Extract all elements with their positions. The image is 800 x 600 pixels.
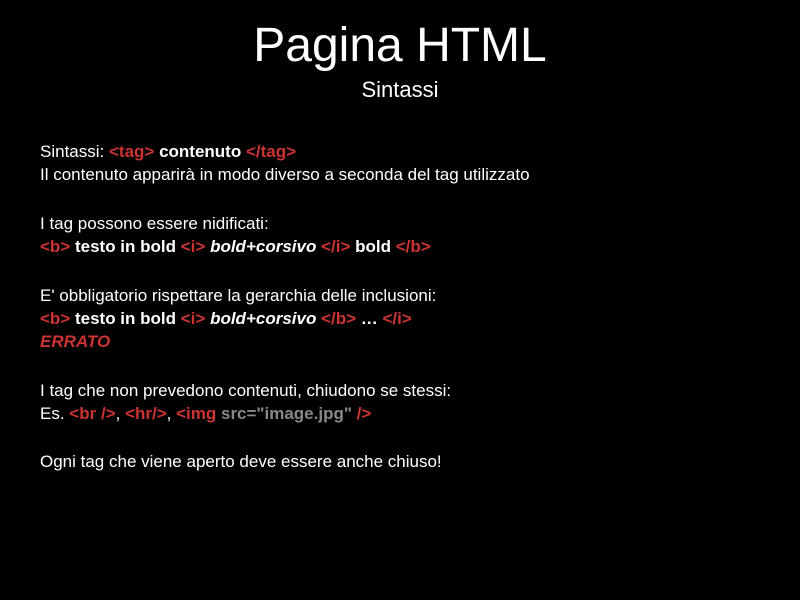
img-tag-attr: src="image.jpg" — [221, 404, 352, 423]
tag-open: <tag> — [109, 142, 154, 161]
syntax-label: Sintassi: — [40, 142, 109, 161]
img-tag-open: <img — [176, 404, 221, 423]
block-hierarchy: E' obbligatorio rispettare la gerarchia … — [40, 285, 760, 354]
block-closing-rule: Ogni tag che viene aperto deve essere an… — [40, 451, 760, 474]
slide-content: Sintassi: <tag> contenuto </tag> Il cont… — [40, 141, 760, 474]
i-close: </i> — [321, 237, 350, 256]
nested-intro: I tag possono essere nidificati: — [40, 214, 269, 233]
tag-content: contenuto — [154, 142, 246, 161]
block-nested: I tag possono essere nidificati: <b> tes… — [40, 213, 760, 259]
comma1: , — [116, 404, 125, 423]
hr-tag: <hr/> — [125, 404, 167, 423]
img-tag-close: /> — [352, 404, 371, 423]
i-close-wrong: </i> — [383, 309, 412, 328]
selfclosing-intro: I tag che non prevedono contenuti, chiud… — [40, 381, 451, 400]
errato-label: ERRATO — [40, 332, 110, 351]
hierarchy-intro: E' obbligatorio rispettare la gerarchia … — [40, 286, 436, 305]
tag-close: </tag> — [246, 142, 296, 161]
i-open2: <i> — [181, 309, 206, 328]
text-bold3: testo in bold — [70, 309, 181, 328]
syntax-desc: Il contenuto apparirà in modo diverso a … — [40, 165, 530, 184]
text-bold2: bold — [350, 237, 395, 256]
i-open: <i> — [181, 237, 206, 256]
br-tag: <br /> — [69, 404, 115, 423]
es-label: Es. — [40, 404, 69, 423]
b-close-wrong: </b> — [321, 309, 356, 328]
slide-subtitle: Sintassi — [40, 77, 760, 103]
text-bold: testo in bold — [70, 237, 181, 256]
ellipsis: … — [356, 309, 382, 328]
b-open2: <b> — [40, 309, 70, 328]
text-bolditalic2: bold+corsivo — [205, 309, 321, 328]
text-bolditalic: bold+corsivo — [205, 237, 321, 256]
closing-rule: Ogni tag che viene aperto deve essere an… — [40, 452, 442, 471]
block-selfclosing: I tag che non prevedono contenuti, chiud… — [40, 380, 760, 426]
b-open: <b> — [40, 237, 70, 256]
comma2: , — [167, 404, 176, 423]
block-syntax: Sintassi: <tag> contenuto </tag> Il cont… — [40, 141, 760, 187]
slide-title: Pagina HTML — [40, 18, 760, 73]
b-close: </b> — [396, 237, 431, 256]
